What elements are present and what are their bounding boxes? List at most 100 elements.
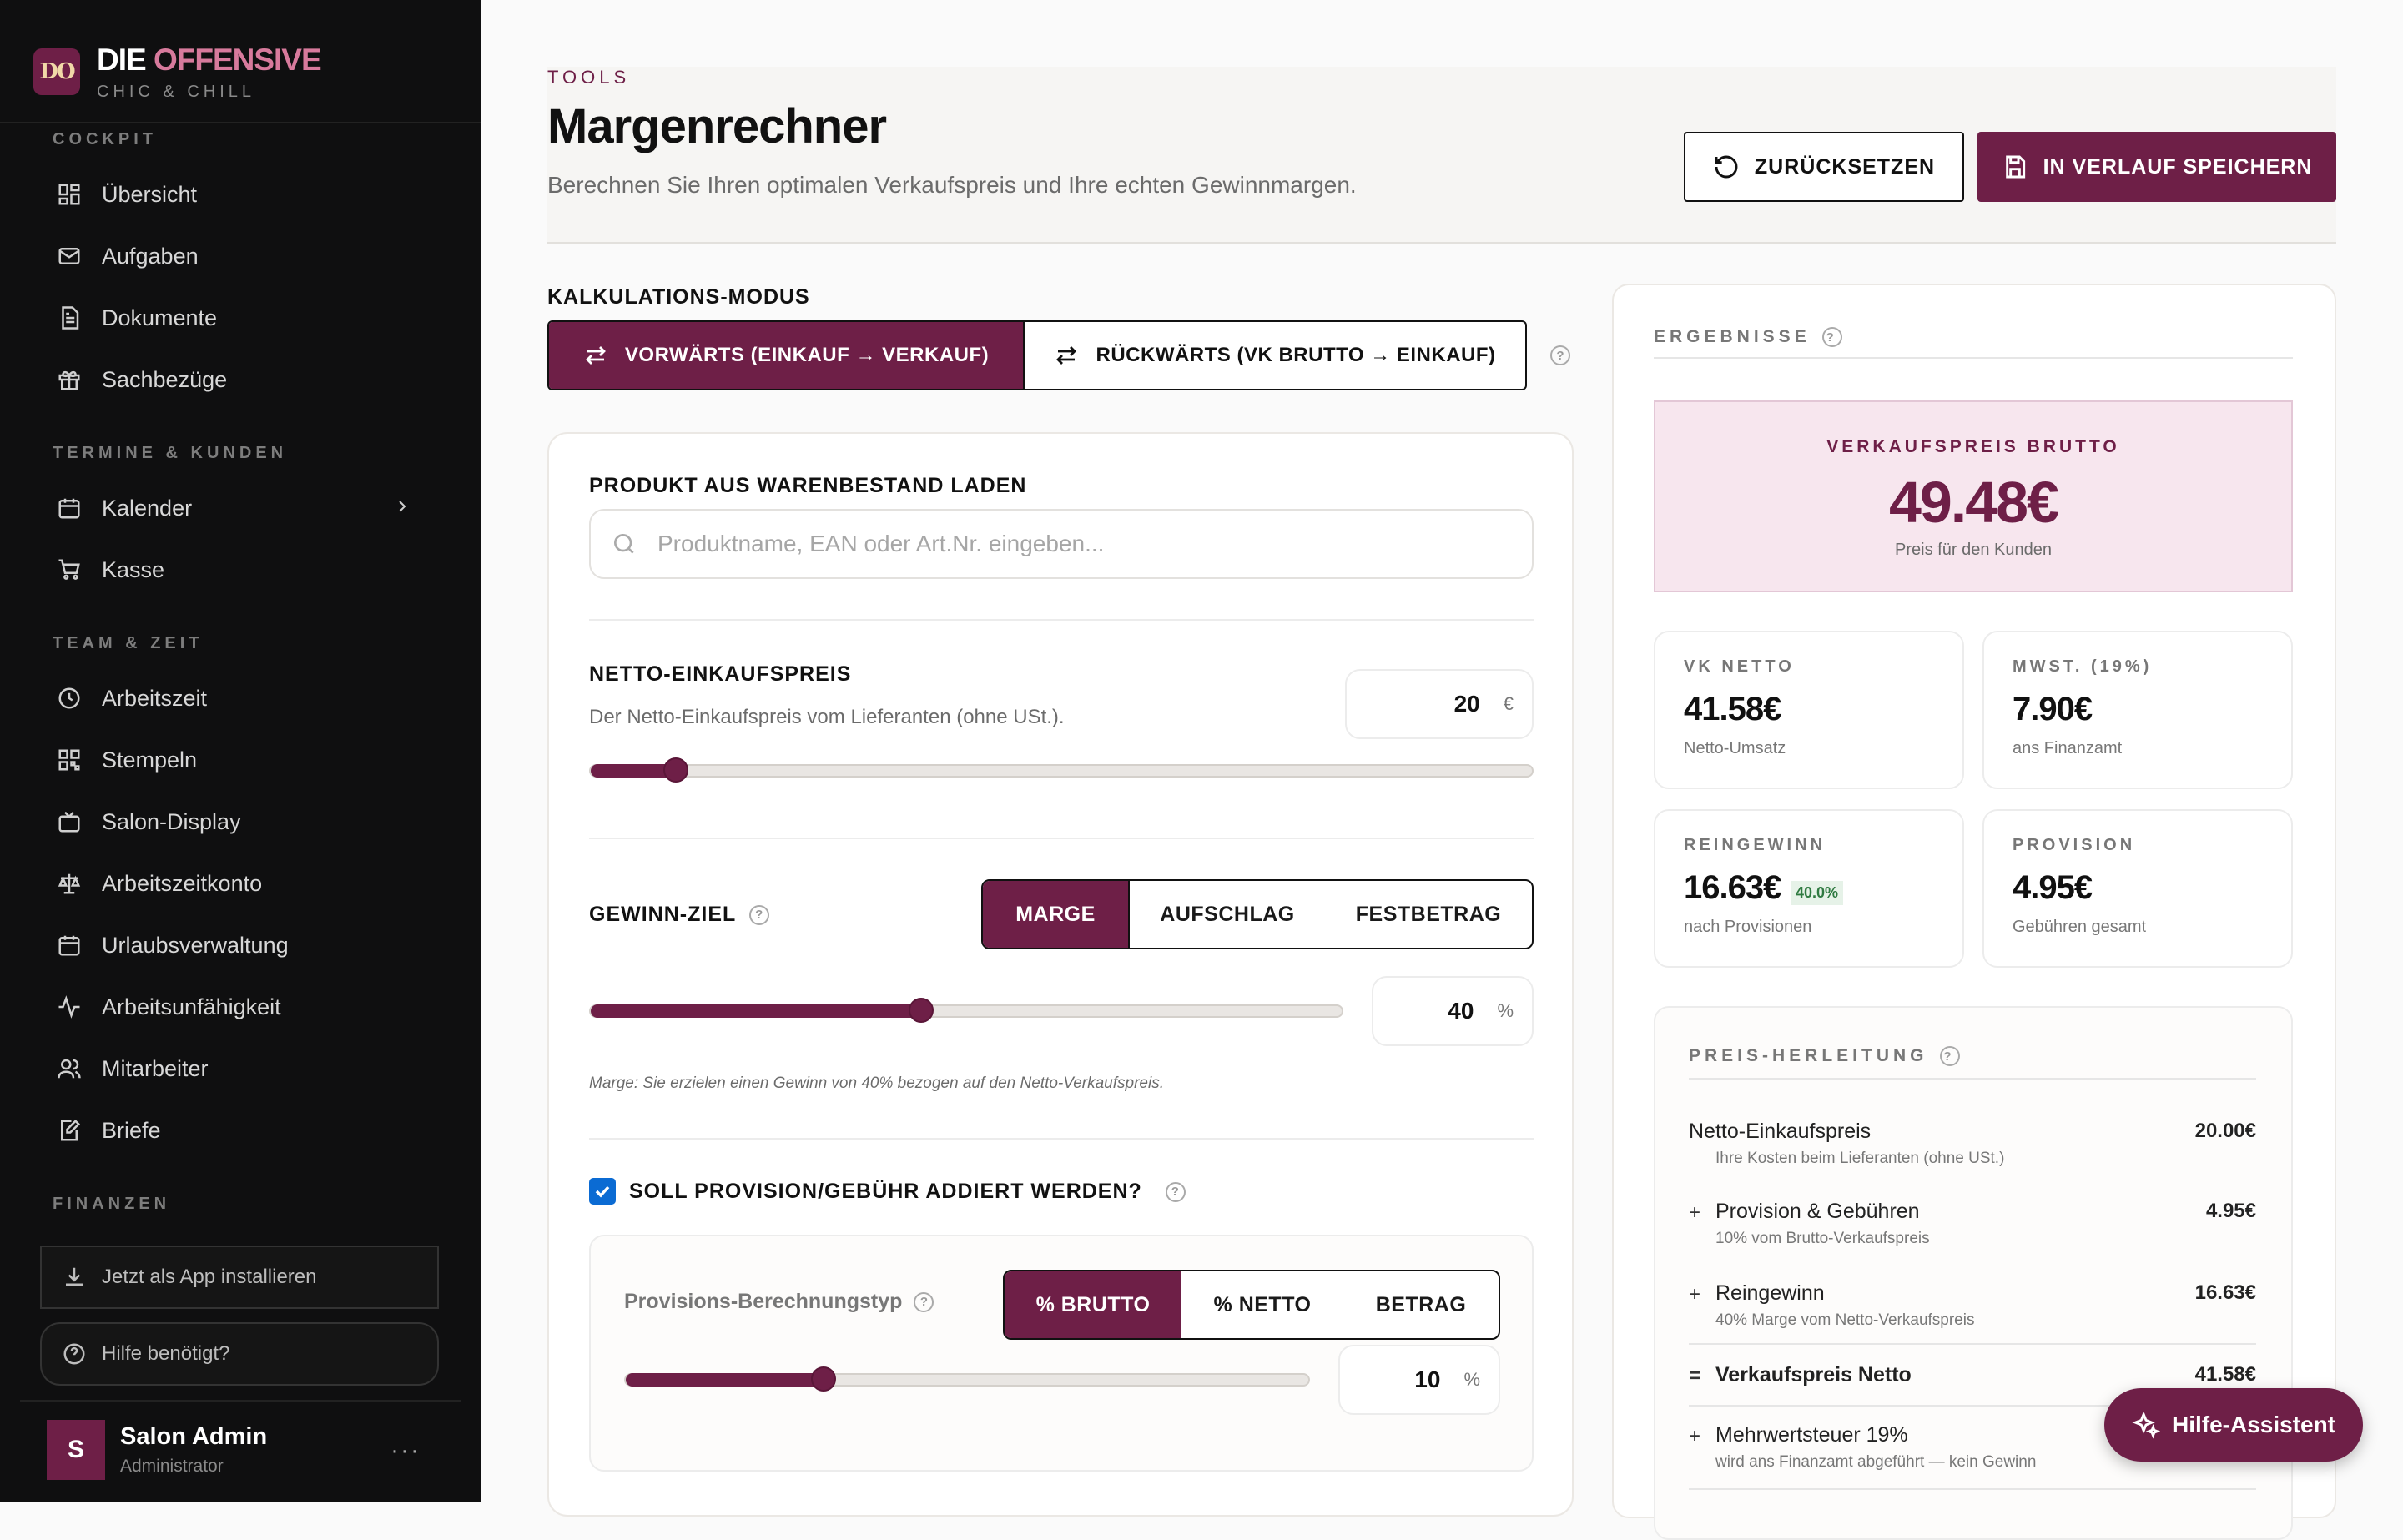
avatar[interactable]: S: [47, 1420, 105, 1480]
dashboard-icon: [55, 180, 83, 209]
slider-fill: [591, 1004, 921, 1018]
help-icon[interactable]: ?: [914, 1291, 934, 1312]
stat-label: MWST. (19%): [2013, 657, 2153, 676]
sidebar-item-arbeitszeitkonto[interactable]: Arbeitszeitkonto: [33, 860, 434, 907]
derivation-name: Mehrwertsteuer 19%: [1715, 1423, 1908, 1447]
search-placeholder: Produktname, EAN oder Art.Nr. eingeben..…: [657, 531, 1105, 556]
sidebar-item-urlaubsverwaltung[interactable]: Urlaubsverwaltung: [33, 922, 434, 969]
commission-netto-button[interactable]: % NETTO: [1181, 1271, 1343, 1338]
goal-marge-button[interactable]: MARGE: [983, 881, 1128, 948]
cost-input[interactable]: 20 €: [1345, 669, 1534, 739]
stat-mwst: MWST. (19%) 7.90€ ans Finanzamt: [1982, 631, 2293, 789]
derivation-amount: 16.63€: [2194, 1281, 2256, 1304]
goal-aufschlag-button[interactable]: AUFSCHLAG: [1128, 881, 1325, 948]
sidebar-item-briefe[interactable]: Briefe: [33, 1107, 434, 1154]
sidebar-item-uebersicht[interactable]: Übersicht: [33, 171, 434, 218]
commission-brutto-button[interactable]: % BRUTTO: [1005, 1271, 1181, 1338]
slider-thumb[interactable]: [909, 998, 934, 1023]
goal-label-row: GEWINN-ZIEL ?: [589, 903, 770, 927]
commission-betrag-button[interactable]: BETRAG: [1343, 1271, 1499, 1338]
sidebar-item-label: Arbeitsunfähigkeit: [102, 994, 281, 1019]
section-cockpit: COCKPIT: [53, 130, 157, 148]
goal-input[interactable]: 40 %: [1372, 976, 1534, 1046]
help-assistant-button[interactable]: Hilfe-Assistent: [2104, 1388, 2363, 1462]
mode-backward-button[interactable]: RÜCKWÄRTS (VK BRUTTO → EINKAUF): [1023, 322, 1525, 389]
stat-reingewinn: REINGEWINN 16.63€ 40.0% nach Provisionen: [1654, 809, 1964, 968]
help-icon[interactable]: ?: [1939, 1046, 1960, 1066]
mail-icon: [55, 242, 83, 270]
results-panel: ERGEBNISSE ? VERKAUFSPREIS BRUTTO 49.48€…: [1612, 284, 2336, 1540]
gross-price-card: VERKAUFSPREIS BRUTTO 49.48€ Preis für de…: [1654, 400, 2293, 592]
sidebar-item-label: Aufgaben: [102, 243, 199, 269]
mode-forward-button[interactable]: VORWÄRTS (EINKAUF → VERKAUF): [549, 322, 1023, 389]
sidebar-item-label: Kasse: [102, 556, 165, 582]
derivation-amount: 4.95€: [2205, 1200, 2256, 1222]
goal-value: 40: [1448, 998, 1474, 1024]
sidebar: DO DIE OFFENSIVE CHIC & CHILL COCKPIT Üb…: [0, 0, 481, 1502]
sidebar-item-label: Arbeitszeitkonto: [102, 870, 263, 896]
divider: [1689, 1078, 2256, 1080]
swap-icon: [585, 346, 606, 365]
reset-button[interactable]: ZURÜCKSETZEN: [1684, 132, 1964, 202]
section-finanzen: FINANZEN: [53, 1195, 171, 1213]
sidebar-item-arbeitsunfaehigkeit[interactable]: Arbeitsunfähigkeit: [33, 984, 434, 1030]
goal-type-toggle: MARGE AUFSCHLAG FESTBETRAG: [981, 879, 1534, 949]
sidebar-item-mitarbeiter[interactable]: Mitarbeiter: [33, 1045, 434, 1092]
stat-label: VK NETTO: [1684, 657, 1795, 676]
sidebar-item-stempeln[interactable]: Stempeln: [33, 737, 434, 783]
slider-fill: [626, 1373, 824, 1387]
sidebar-item-arbeitszeit[interactable]: Arbeitszeit: [33, 675, 434, 722]
commission-slider[interactable]: [624, 1366, 1310, 1392]
derivation-op: +: [1689, 1201, 1701, 1224]
commission-type-toggle: % BRUTTO % NETTO BETRAG: [1003, 1270, 1500, 1340]
sidebar-item-aufgaben[interactable]: Aufgaben: [33, 233, 434, 279]
sidebar-item-label: Urlaubsverwaltung: [102, 932, 289, 958]
gross-price-label: VERKAUFSPREIS BRUTTO: [1826, 437, 2120, 456]
margin-badge: 40.0%: [1791, 881, 1844, 905]
user-divider: [20, 1400, 461, 1402]
help-icon[interactable]: ?: [1550, 345, 1570, 365]
cost-slider[interactable]: [589, 757, 1534, 783]
derivation-amount: 41.58€: [2194, 1363, 2256, 1386]
sidebar-item-kalender[interactable]: Kalender: [33, 485, 434, 531]
commission-checkbox[interactable]: [589, 1178, 616, 1205]
commission-input[interactable]: 10 %: [1338, 1345, 1500, 1415]
slider-thumb[interactable]: [811, 1366, 836, 1392]
sidebar-item-salon-display[interactable]: Salon-Display: [33, 798, 434, 845]
goal-festbetrag-button[interactable]: FESTBETRAG: [1325, 881, 1532, 948]
app: DO DIE OFFENSIVE CHIC & CHILL COCKPIT Üb…: [0, 0, 2403, 1540]
sidebar-item-label: Stempeln: [102, 747, 198, 773]
install-app-button[interactable]: Jetzt als App installieren: [40, 1246, 439, 1309]
document-icon: [55, 304, 83, 332]
clock-icon: [55, 684, 83, 712]
more-options-icon[interactable]: ···: [390, 1437, 421, 1465]
cost-unit: €: [1503, 693, 1514, 714]
download-icon: [66, 1267, 83, 1286]
cost-description: Der Netto-Einkaufspreis vom Lieferanten …: [589, 706, 1065, 728]
commission-type-row: Provisions-Berechnungstyp ?: [624, 1290, 934, 1314]
stat-value: 16.63€: [1684, 869, 1781, 906]
help-icon[interactable]: ?: [1821, 327, 1842, 347]
swap-icon: [1056, 346, 1077, 365]
cart-icon: [55, 556, 83, 584]
brand[interactable]: DO DIE OFFENSIVE CHIC & CHILL: [33, 30, 322, 113]
sidebar-item-kasse[interactable]: Kasse: [33, 546, 434, 593]
commission-label-row: SOLL PROVISION/GEBÜHR ADDIERT WERDEN? ?: [629, 1180, 1186, 1204]
users-icon: [55, 1054, 83, 1083]
sidebar-item-sachbezuege[interactable]: Sachbezüge: [33, 356, 434, 403]
sidebar-item-label: Briefe: [102, 1117, 161, 1143]
sidebar-item-dokumente[interactable]: Dokumente: [33, 294, 434, 341]
user-name: Salon Admin: [120, 1423, 268, 1450]
stat-value: 41.58€: [1684, 691, 1781, 727]
reset-label: ZURÜCKSETZEN: [1754, 154, 1936, 179]
stat-label: REINGEWINN: [1684, 836, 1826, 854]
product-search-input[interactable]: Produktname, EAN oder Art.Nr. eingeben..…: [589, 509, 1534, 579]
calendar-icon: [55, 931, 83, 959]
help-needed-button[interactable]: Hilfe benötigt?: [40, 1322, 439, 1386]
slider-thumb[interactable]: [663, 757, 688, 783]
goal-slider[interactable]: [589, 998, 1343, 1023]
help-icon[interactable]: ?: [1165, 1181, 1186, 1202]
help-icon[interactable]: ?: [749, 904, 770, 925]
divider: [1689, 1488, 2256, 1490]
save-to-history-button[interactable]: IN VERLAUF SPEICHERN: [1977, 132, 2336, 202]
